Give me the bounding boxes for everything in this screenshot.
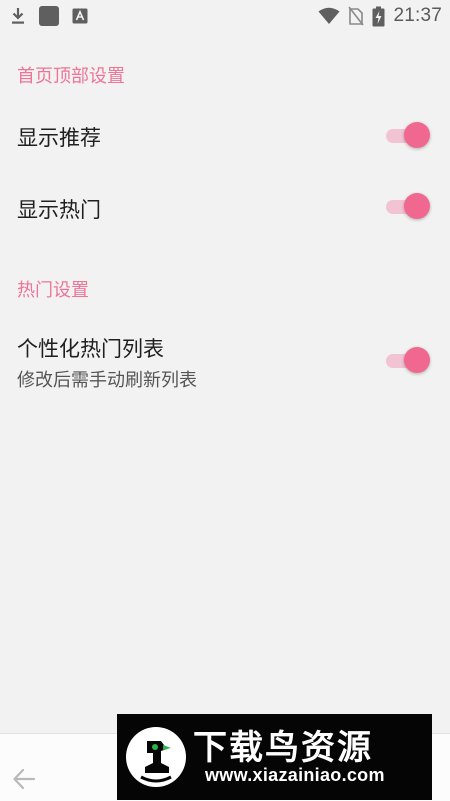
setting-title: 个性化热门列表: [17, 337, 164, 361]
arrow-left-icon: [12, 768, 36, 794]
status-time: 21:37: [393, 5, 442, 26]
show-recommended-toggle[interactable]: [386, 122, 430, 150]
show-hot-toggle[interactable]: [386, 193, 430, 221]
personalized-hot-list-toggle[interactable]: [386, 347, 430, 375]
bird-logo-icon: [125, 723, 187, 795]
status-bar-left: [10, 5, 100, 27]
keyboard-a-icon: [72, 8, 88, 24]
switch-thumb: [404, 347, 430, 373]
setting-show-hot[interactable]: 显示热门: [0, 172, 450, 244]
category-homepage-top-settings: 首页顶部设置: [17, 66, 125, 87]
wifi-icon: [318, 7, 340, 25]
status-bar-right: 21:37: [310, 5, 442, 27]
setting-title: 显示热门: [17, 198, 101, 222]
setting-show-recommended[interactable]: 显示推荐: [0, 100, 450, 172]
setting-personalized-hot-list[interactable]: 个性化热门列表 修改后需手动刷新列表: [0, 318, 450, 404]
watermark-title: 下载鸟资源: [193, 728, 373, 768]
switch-thumb: [404, 193, 430, 219]
switch-thumb: [404, 122, 430, 148]
setting-summary: 修改后需手动刷新列表: [17, 370, 197, 391]
no-sim-icon: [348, 6, 365, 26]
category-hot-settings: 热门设置: [17, 280, 89, 301]
watermark-banner: 下载鸟资源 www.xiazainiao.com: [117, 714, 432, 800]
setting-title: 显示推荐: [17, 126, 101, 150]
app-square-icon: [38, 5, 60, 27]
status-bar: 21:37: [0, 0, 450, 32]
back-button[interactable]: [10, 767, 38, 795]
battery-charging-icon: [372, 6, 385, 27]
download-icon: [10, 7, 26, 25]
watermark-url: www.xiazainiao.com: [205, 765, 385, 785]
